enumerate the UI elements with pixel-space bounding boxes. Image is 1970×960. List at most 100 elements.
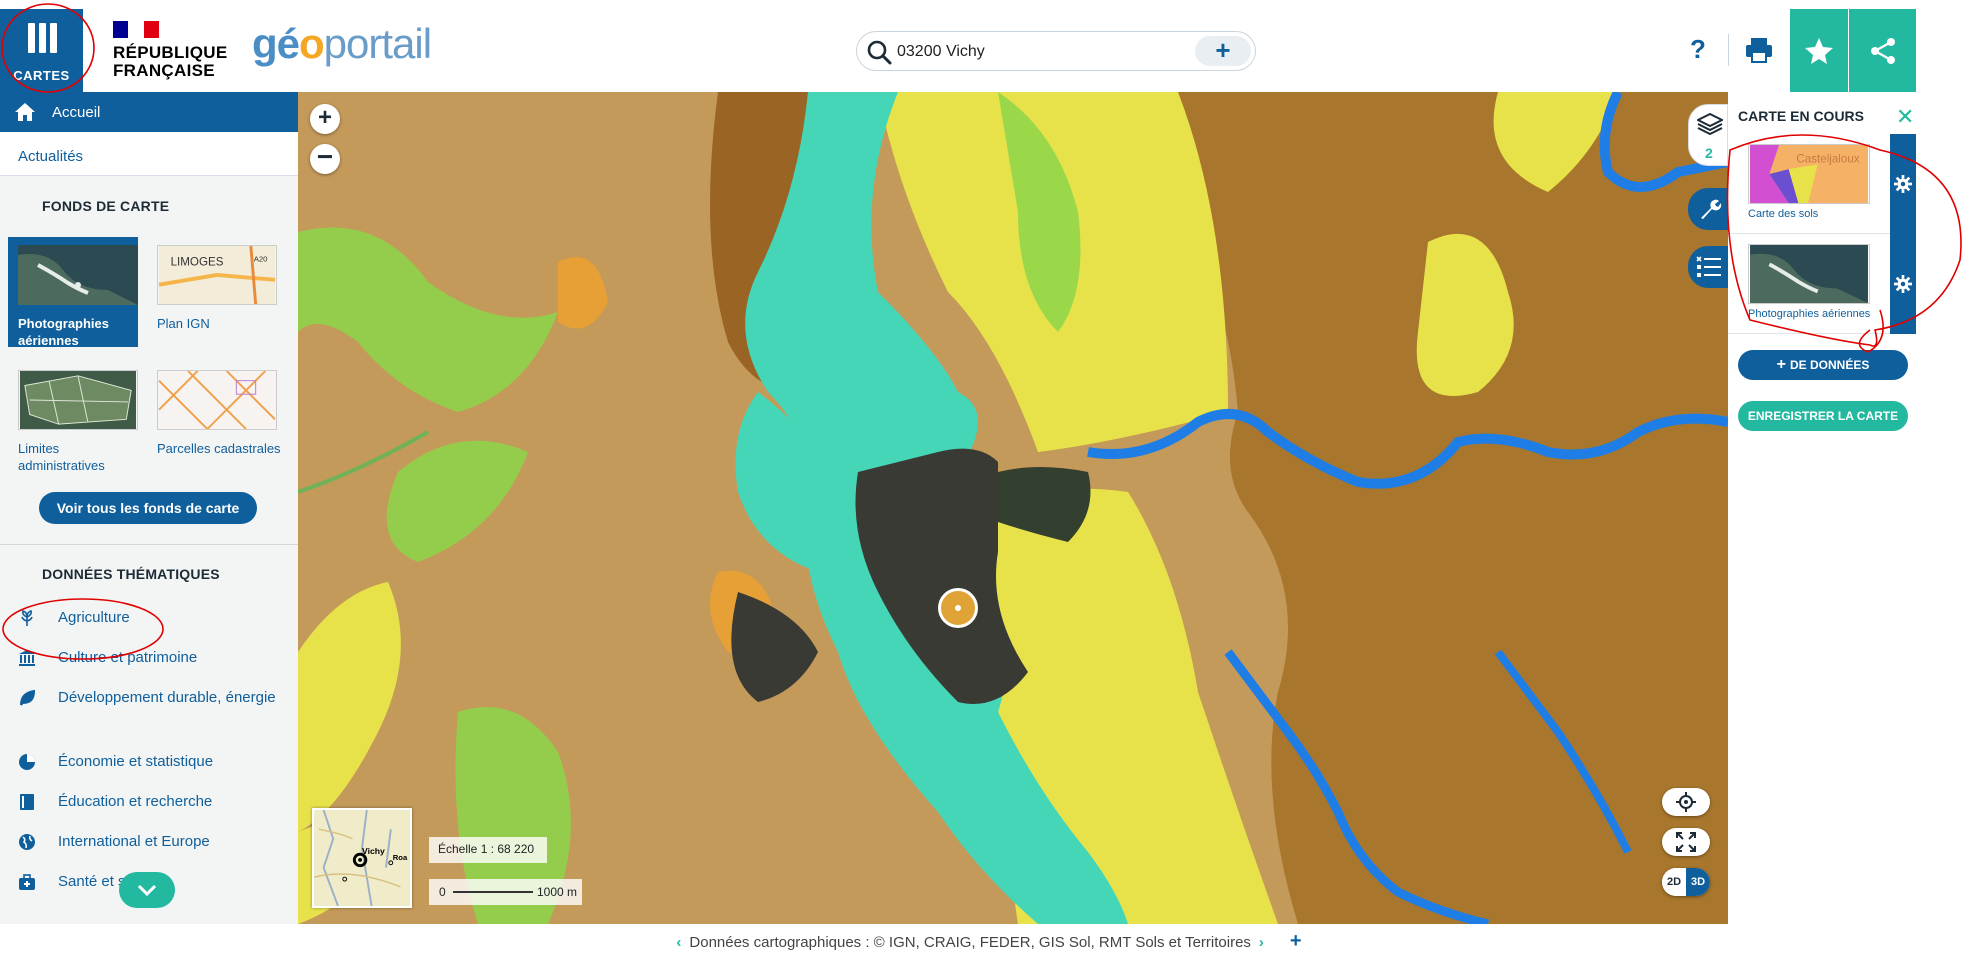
layers-tab[interactable]: 2 (1688, 104, 1728, 166)
geoportail-logo[interactable]: géoportail (252, 20, 432, 68)
scale-zero: 0 (439, 885, 446, 899)
zoom-in-button[interactable]: + (310, 104, 340, 134)
cartes-label: CARTES (13, 68, 70, 83)
favorites-button[interactable] (1790, 9, 1848, 92)
header-separator (1728, 34, 1729, 66)
limoges-text: LIMOGES (171, 255, 224, 268)
cartes-menu-button[interactable]: CARTES (0, 9, 83, 92)
gear-icon (1894, 175, 1912, 193)
theme-label: International et Europe (58, 833, 210, 850)
theme-item-international[interactable]: International et Europe (0, 830, 298, 870)
layer-item-photographies-aeriennes[interactable]: Photographies aériennes (1728, 234, 1916, 334)
plan-ign-thumbnail: LIMOGES A20 (157, 245, 277, 305)
french-flag-icon (113, 21, 159, 38)
fonds-de-carte-title: FONDS DE CARTE (42, 198, 170, 214)
aerial-photo-thumbnail (18, 245, 138, 305)
logo-part1: gé (252, 20, 300, 67)
header: CARTES RÉPUBLIQUEFRANÇAISE géoportail + … (0, 0, 1970, 92)
limites-thumbnail (18, 370, 138, 430)
search-input[interactable] (897, 40, 1177, 64)
thematic-list: Agriculture Culture et patrimoine Dévelo… (0, 606, 298, 910)
fullscreen-button[interactable] (1662, 828, 1710, 856)
soil-map-thumbnail: Casteljaloux (1748, 144, 1870, 204)
close-icon[interactable]: ✕ (1896, 104, 1914, 130)
fond-limites-administratives[interactable]: Limites administratives (18, 370, 148, 474)
zoom-out-button[interactable]: − (310, 143, 340, 174)
scale-label: Échelle 1 : 68 220 (429, 837, 547, 863)
fond-parcelles-cadastrales[interactable]: Parcelles cadastrales (157, 370, 287, 457)
search-advanced-plus-button[interactable]: + (1195, 36, 1251, 66)
theme-item-developpement-durable[interactable]: Développement durable, énergie (0, 686, 298, 750)
theme-item-culture[interactable]: Culture et patrimoine (0, 646, 298, 686)
rf-line1: RÉPUBLIQUE (113, 43, 228, 62)
minimap-drawing: Vichy Roa (313, 809, 408, 907)
share-button[interactable] (1849, 9, 1916, 92)
layer-settings-button[interactable] (1890, 134, 1916, 234)
attribution-expand-icon[interactable]: + (1290, 930, 1302, 952)
republique-francaise-logo: RÉPUBLIQUE FRANÇAISE (113, 21, 227, 80)
legend-tab[interactable] (1688, 246, 1728, 288)
layer-item-carte-des-sols[interactable]: Casteljaloux Carte des sols (1728, 134, 1916, 234)
scroll-down-button[interactable] (119, 872, 175, 908)
thumb-casteljaloux: Casteljaloux (1796, 152, 1859, 165)
theme-item-agriculture[interactable]: Agriculture (0, 606, 298, 646)
search-icon[interactable] (865, 38, 893, 66)
star-icon (1805, 38, 1833, 64)
plus-icon: + (1776, 356, 1786, 373)
overview-minimap[interactable]: Vichy Roa (312, 808, 412, 908)
a20-text: A20 (254, 254, 268, 263)
theme-item-economie[interactable]: Économie et statistique (0, 750, 298, 790)
share-icon (1871, 38, 1895, 64)
add-data-button[interactable]: + DE DONNÉES (1738, 350, 1908, 380)
theme-label: Économie et statistique (58, 753, 214, 770)
soil-map-layer (298, 92, 1728, 924)
location-marker[interactable] (938, 588, 978, 628)
aerial-layer-thumbnail (1748, 244, 1870, 304)
scale-distance: 1000 m (537, 885, 578, 899)
save-map-button[interactable]: ENREGISTRER LA CARTE (1738, 401, 1908, 431)
theme-item-education[interactable]: Éducation et recherche (0, 790, 298, 830)
globe-icon (19, 834, 35, 850)
minimap-roa-label: Roa (393, 853, 408, 862)
fond-label: Parcelles cadastrales (157, 441, 281, 456)
help-button[interactable]: ? (1690, 34, 1706, 65)
attribution-text: Données cartographiques : © IGN, CRAIG, … (689, 934, 1251, 951)
print-icon[interactable] (1744, 36, 1774, 64)
voir-tous-fonds-button[interactable]: Voir tous les fonds de carte (39, 492, 257, 524)
theme-label: Développement durable, énergie (58, 689, 276, 706)
carte-en-cours-panel: CARTE EN COURS ✕ Casteljaloux Carte des … (1728, 92, 1916, 924)
view-mode-toggle: 2D 3D (1662, 868, 1710, 896)
list-icon (1696, 256, 1721, 277)
fullscreen-icon (1676, 832, 1696, 852)
leaf-icon (20, 689, 36, 706)
map-viewport[interactable]: + − Vichy Roa Échelle 1 : 68 220 0 1000 … (298, 92, 1728, 924)
book-icon (20, 794, 34, 810)
logo-part2: o (299, 20, 325, 67)
minimap-vichy-label: Vichy (362, 846, 385, 856)
wheat-icon (21, 610, 33, 626)
fond-plan-ign[interactable]: LIMOGES A20 Plan IGN (157, 245, 287, 332)
layer-name: Photographies aériennes (1748, 308, 1871, 320)
scale-line (453, 891, 533, 893)
theme-label: Culture et patrimoine (58, 649, 198, 666)
donnees-thematiques-title: DONNÉES THÉMATIQUES (42, 566, 220, 582)
attribution-prev-icon[interactable]: ‹ (676, 934, 681, 951)
panel-title: CARTE EN COURS (1738, 108, 1865, 124)
scale-bar: 0 1000 m (429, 879, 582, 905)
menu-bars-icon (28, 23, 57, 59)
tools-tab[interactable] (1688, 188, 1728, 230)
mode-3d-button[interactable]: 3D (1686, 868, 1710, 896)
attribution-next-icon[interactable]: › (1259, 934, 1264, 951)
sidebar-item-accueil[interactable]: Accueil (0, 92, 298, 132)
crosshair-icon (1676, 792, 1696, 812)
mode-2d-button[interactable]: 2D (1662, 868, 1686, 896)
theme-label: Agriculture (58, 609, 130, 626)
sidebar-item-actualites[interactable]: Actualités (0, 132, 298, 176)
search-bar: + (856, 31, 1256, 71)
theme-label: Éducation et recherche (58, 793, 213, 810)
fond-photographies-aeriennes[interactable]: Photographies aériennes (8, 237, 138, 348)
location-marker-dot (955, 605, 961, 611)
chevron-down-icon (137, 884, 157, 896)
geolocate-button[interactable] (1662, 788, 1710, 816)
layer-settings-button[interactable] (1890, 234, 1916, 334)
